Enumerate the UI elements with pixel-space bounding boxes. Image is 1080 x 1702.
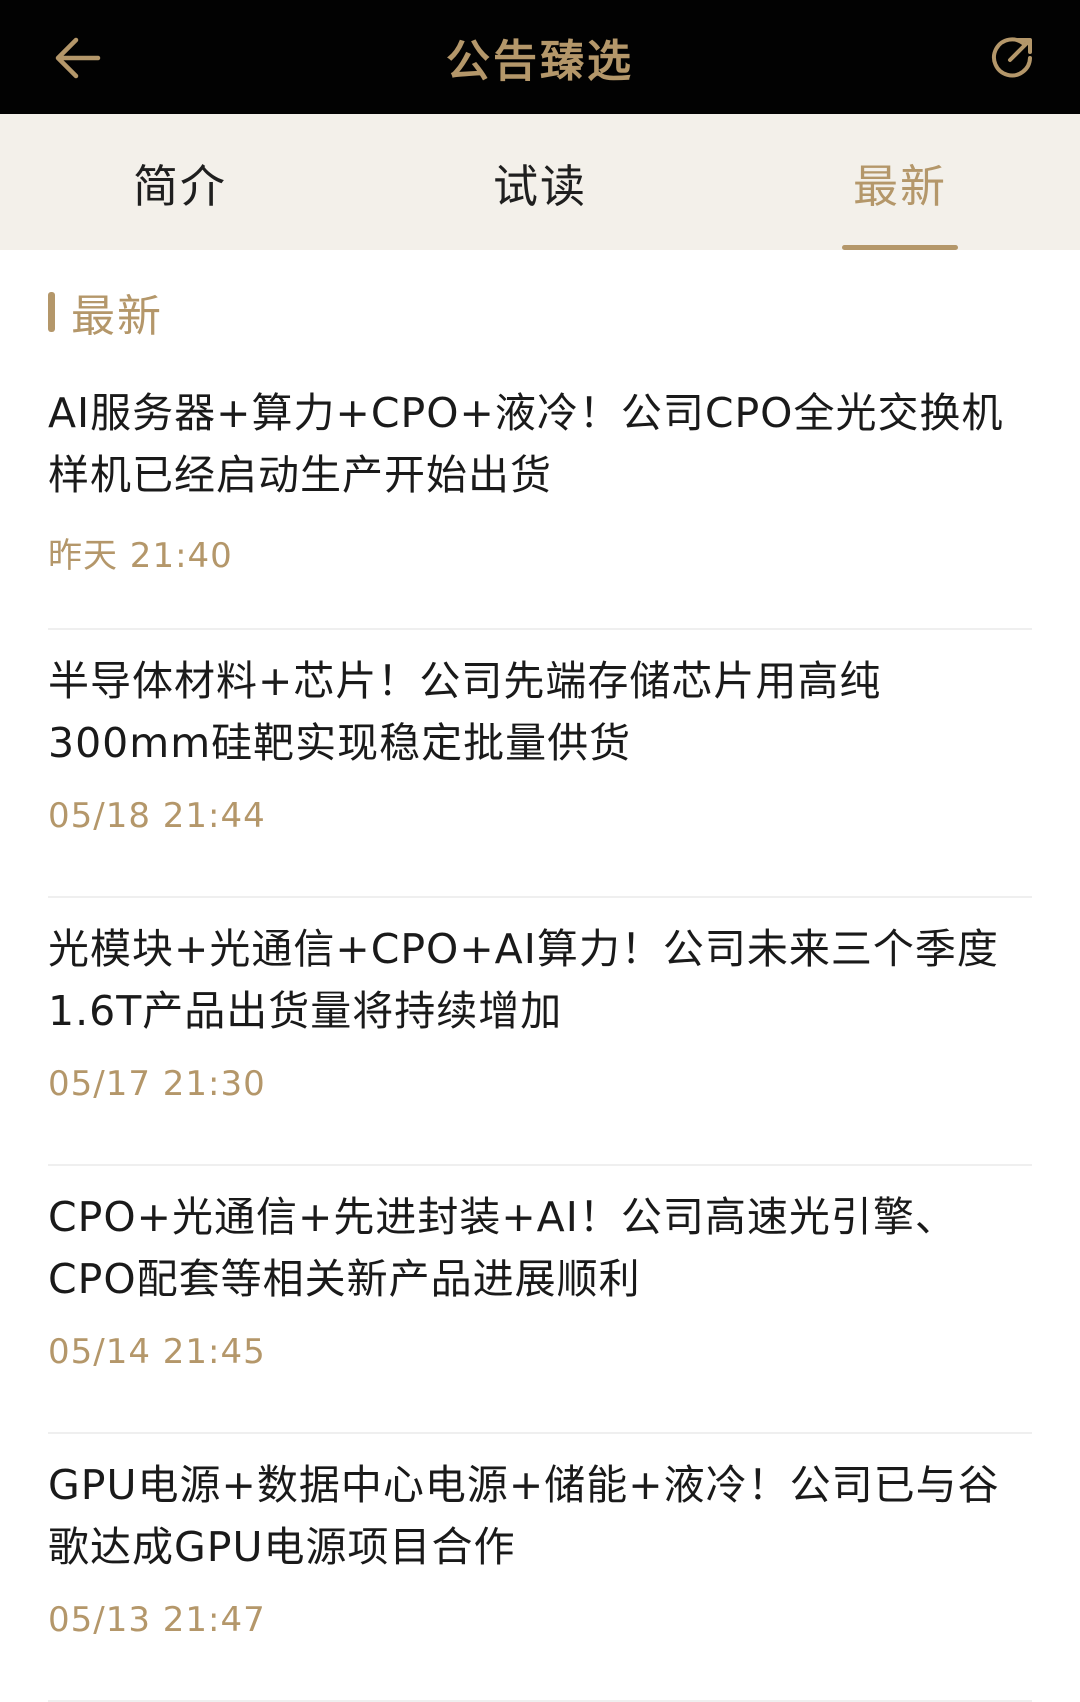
share-button[interactable] [974, 22, 1050, 94]
news-list: AI服务器+算力+CPO+液冷！公司CPO全光交换机样机已经启动生产开始出货 昨… [48, 362, 1032, 1702]
news-title: GPU电源+数据中心电源+储能+液冷！公司已与谷歌达成GPU电源项目合作 [48, 1461, 1000, 1571]
news-time: 昨天 21:40 [48, 536, 233, 576]
news-title: CPO+光通信+先进封装+AI！公司高速光引擎、CPO配套等相关新产品进展顺利 [48, 1193, 957, 1303]
news-item[interactable]: 光模块+光通信+CPO+AI算力！公司未来三个季度1.6T产品出货量将持续增加 … [48, 898, 1032, 1166]
back-button[interactable] [40, 22, 116, 94]
page-title: 公告臻选 [446, 36, 634, 87]
app-header: 公告臻选 [0, 0, 1080, 114]
tab-bar: 简介 试读 最新 [0, 114, 1080, 250]
arrow-left-icon [55, 37, 101, 79]
news-time: 05/18 21:44 [48, 796, 266, 836]
news-item[interactable]: GPU电源+数据中心电源+储能+液冷！公司已与谷歌达成GPU电源项目合作 05/… [48, 1434, 1032, 1702]
tab-indicator [842, 245, 958, 250]
news-time: 05/14 21:45 [48, 1332, 266, 1372]
tab-label: 最新 [852, 159, 947, 213]
section-header: 最新 [48, 286, 163, 342]
news-item[interactable]: CPO+光通信+先进封装+AI！公司高速光引擎、CPO配套等相关新产品进展顺利 … [48, 1166, 1032, 1434]
tab-intro[interactable]: 简介 [0, 114, 360, 250]
tab-label: 试读 [492, 159, 587, 213]
news-item[interactable]: AI服务器+算力+CPO+液冷！公司CPO全光交换机样机已经启动生产开始出货 昨… [48, 362, 1032, 630]
tab-label: 简介 [132, 159, 227, 213]
section-accent-bar [48, 292, 55, 332]
news-item[interactable]: 半导体材料+芯片！公司先端存储芯片用高纯300mm硅靶实现稳定批量供货 05/1… [48, 630, 1032, 898]
section-title: 最新 [71, 291, 163, 342]
news-time: 05/17 21:30 [48, 1064, 266, 1104]
news-title: 光模块+光通信+CPO+AI算力！公司未来三个季度1.6T产品出货量将持续增加 [48, 925, 999, 1035]
share-icon [992, 37, 1032, 78]
news-time: 05/13 21:47 [48, 1600, 266, 1640]
news-title: AI服务器+算力+CPO+液冷！公司CPO全光交换机样机已经启动生产开始出货 [48, 389, 1004, 499]
tab-trial-read[interactable]: 试读 [360, 114, 720, 250]
tab-latest[interactable]: 最新 [720, 114, 1080, 250]
news-title: 半导体材料+芯片！公司先端存储芯片用高纯300mm硅靶实现稳定批量供货 [48, 657, 882, 767]
